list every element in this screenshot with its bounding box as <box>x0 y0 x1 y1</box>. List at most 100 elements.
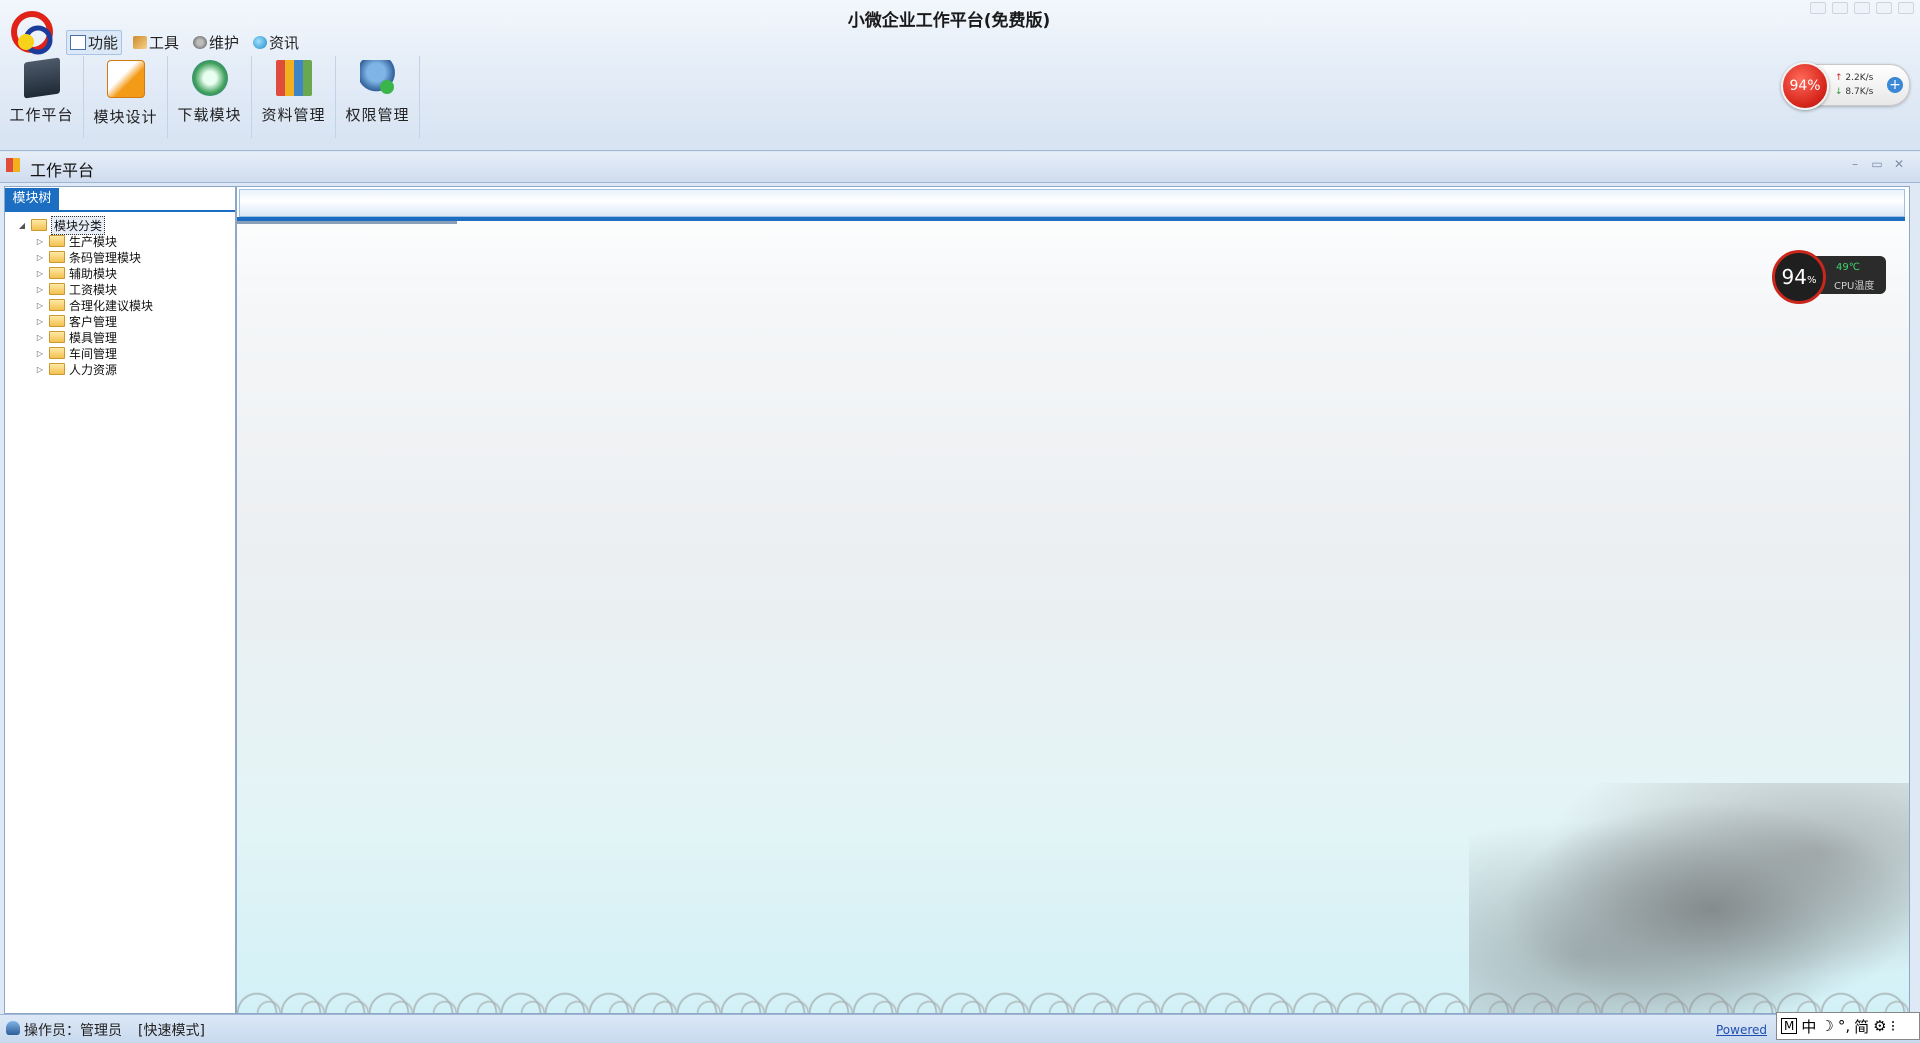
folder-icon <box>49 267 65 279</box>
tree-node-label: 条码管理模块 <box>69 250 142 265</box>
module-tree: ◢ 模块分类 ▷ 生产模块 ▷ 条码管理模块 ▷ 辅助模块 ▷ 工资模块 ▷ 合… <box>15 215 153 377</box>
ime-chinese-toggle[interactable]: 中 <box>1801 1016 1816 1037</box>
ime-settings-icon[interactable]: ⚙ <box>1873 1017 1886 1035</box>
menu-tools[interactable]: 工具 <box>130 30 182 55</box>
expand-arrow-icon[interactable]: ▷ <box>33 301 47 310</box>
menu-maintenance[interactable]: 维护 <box>190 30 242 55</box>
workbench-small-icon <box>6 158 20 172</box>
tree-node-label: 辅助模块 <box>69 266 118 281</box>
memory-usage-badge[interactable]: 94% <box>1781 62 1829 110</box>
menu-news[interactable]: 资讯 <box>250 30 302 55</box>
collapse-arrow-icon[interactable]: ◢ <box>15 221 29 230</box>
download-rate: 8.7K/s <box>1845 87 1874 97</box>
content-tab-underline <box>237 217 1905 221</box>
cpu-usage-unit: % <box>1806 274 1817 286</box>
tree-node-label: 合理化建议模块 <box>69 298 154 313</box>
workbench-button[interactable]: 工作平台 <box>0 56 84 138</box>
cpu-usage-value: 94 <box>1781 265 1807 289</box>
ribbon-toolbar: 工作平台 模块设计 下载模块 资料管理 权限管理 <box>0 56 420 138</box>
tools-icon <box>133 36 148 49</box>
permission-button[interactable]: 权限管理 <box>336 56 420 138</box>
ime-punctuation-icon[interactable]: °, <box>1838 1017 1850 1035</box>
tab-module-tree[interactable]: 模块树 <box>5 188 59 210</box>
maximize-icon[interactable] <box>1876 2 1892 14</box>
skin-icon[interactable] <box>1810 2 1826 14</box>
network-speed-widget[interactable]: 94% ↑ 2.2K/s ↓ 8.7K/s + <box>1781 62 1910 110</box>
ime-toolbar[interactable]: M 中 ☽ °, 简 ⚙ ⁝ <box>1776 1012 1920 1040</box>
folder-open-icon <box>31 219 47 231</box>
folder-icon <box>49 331 65 343</box>
wave-pattern-decoration <box>237 953 1909 1013</box>
function-icon <box>70 35 86 50</box>
news-globe-icon <box>253 36 268 49</box>
expand-arrow-icon[interactable]: ▷ <box>33 317 47 326</box>
folder-icon <box>49 235 65 247</box>
upload-rate: 2.2K/s <box>1845 73 1874 83</box>
child-minimize-icon[interactable]: – <box>1848 158 1862 170</box>
expand-plus-icon[interactable]: + <box>1887 77 1903 93</box>
expand-arrow-icon[interactable]: ▷ <box>33 365 47 374</box>
powered-by-link[interactable]: Powered <box>1716 1023 1767 1037</box>
folder-icon <box>49 363 65 375</box>
module-tree-panel: 模块树 ◢ 模块分类 ▷ 生产模块 ▷ 条码管理模块 ▷ 辅助模块 ▷ 工资模块 <box>4 186 236 1014</box>
user-icon <box>6 1021 20 1035</box>
child-window-controls: – ▭ ✕ <box>1848 158 1906 170</box>
expand-arrow-icon[interactable]: ▷ <box>33 237 47 246</box>
expand-arrow-icon[interactable]: ▷ <box>33 253 47 262</box>
expand-arrow-icon[interactable]: ▷ <box>33 285 47 294</box>
tree-node[interactable]: ▷ 合理化建议模块 <box>15 297 153 313</box>
status-bar: 操作员：管理员 [快速模式] Powered <box>0 1014 1920 1043</box>
window-controls <box>1810 2 1914 14</box>
tree-node[interactable]: ▷ 客户管理 <box>15 313 153 329</box>
expand-arrow-icon[interactable]: ▷ <box>33 349 47 358</box>
ime-simplified-toggle[interactable]: 简 <box>1854 1016 1869 1037</box>
menu-dropdown-icon[interactable] <box>1832 2 1848 14</box>
child-maximize-icon[interactable]: ▭ <box>1870 158 1884 170</box>
folder-icon <box>49 347 65 359</box>
module-design-button[interactable]: 模块设计 <box>84 56 168 138</box>
tree-node-label: 工资模块 <box>69 282 118 297</box>
documents-button[interactable]: 资料管理 <box>252 56 336 138</box>
tree-node[interactable]: ▷ 模具管理 <box>15 329 153 345</box>
user-permission-icon <box>359 60 396 96</box>
documents-icon <box>275 60 312 96</box>
ime-halfwidth-icon[interactable]: ☽ <box>1820 1017 1833 1035</box>
folder-icon <box>49 283 65 295</box>
operator-text: 操作员：管理员 <box>24 1023 122 1039</box>
tree-node[interactable]: ▷ 工资模块 <box>15 281 153 297</box>
minimize-icon[interactable] <box>1854 2 1870 14</box>
tree-node-label: 人力资源 <box>69 362 118 377</box>
folder-icon <box>49 315 65 327</box>
tree-root-node[interactable]: ◢ 模块分类 <box>15 215 153 235</box>
tab-underline <box>5 210 235 212</box>
child-close-icon[interactable]: ✕ <box>1892 158 1906 170</box>
cpu-temperature-widget[interactable]: 94% 49℃ CPU温度 <box>1772 250 1886 304</box>
tree-node-label: 车间管理 <box>69 346 118 361</box>
tree-node[interactable]: ▷ 人力资源 <box>15 361 153 377</box>
download-module-button[interactable]: 下载模块 <box>168 56 252 138</box>
download-icon <box>191 60 228 96</box>
tree-node-label: 生产模块 <box>69 234 118 249</box>
tree-node-label: 模具管理 <box>69 330 118 345</box>
close-icon[interactable] <box>1898 2 1914 14</box>
cpu-temperature-label: CPU温度 <box>1834 281 1875 292</box>
ime-more-icon[interactable]: ⁝ <box>1891 1017 1896 1035</box>
tree-node[interactable]: ▷ 生产模块 <box>15 233 153 249</box>
menu-function[interactable]: 功能 <box>66 30 123 55</box>
status-left: 操作员：管理员 [快速模式] <box>6 1020 205 1040</box>
tree-node[interactable]: ▷ 条码管理模块 <box>15 249 153 265</box>
expand-arrow-icon[interactable]: ▷ <box>33 269 47 278</box>
ribbon: 小微企业工作平台(免费版) 功能 工具 维护 资讯 工作平台 模块设计 下载模块… <box>0 0 1920 151</box>
expand-arrow-icon[interactable]: ▷ <box>33 333 47 342</box>
tree-node-label: 客户管理 <box>69 314 118 329</box>
ime-mode-icon[interactable]: M <box>1781 1018 1798 1034</box>
mode-text: [快速模式] <box>138 1023 205 1039</box>
cpu-usage-badge: 94% <box>1772 250 1826 304</box>
folder-icon <box>49 299 65 311</box>
maintenance-icon <box>193 36 208 49</box>
tree-node[interactable]: ▷ 车间管理 <box>15 345 153 361</box>
app-title: 小微企业工作平台(免费版) <box>847 11 1051 31</box>
workbench-icon <box>23 57 60 99</box>
tree-node[interactable]: ▷ 辅助模块 <box>15 265 153 281</box>
operator-info: 操作员：管理员 <box>6 1020 122 1040</box>
